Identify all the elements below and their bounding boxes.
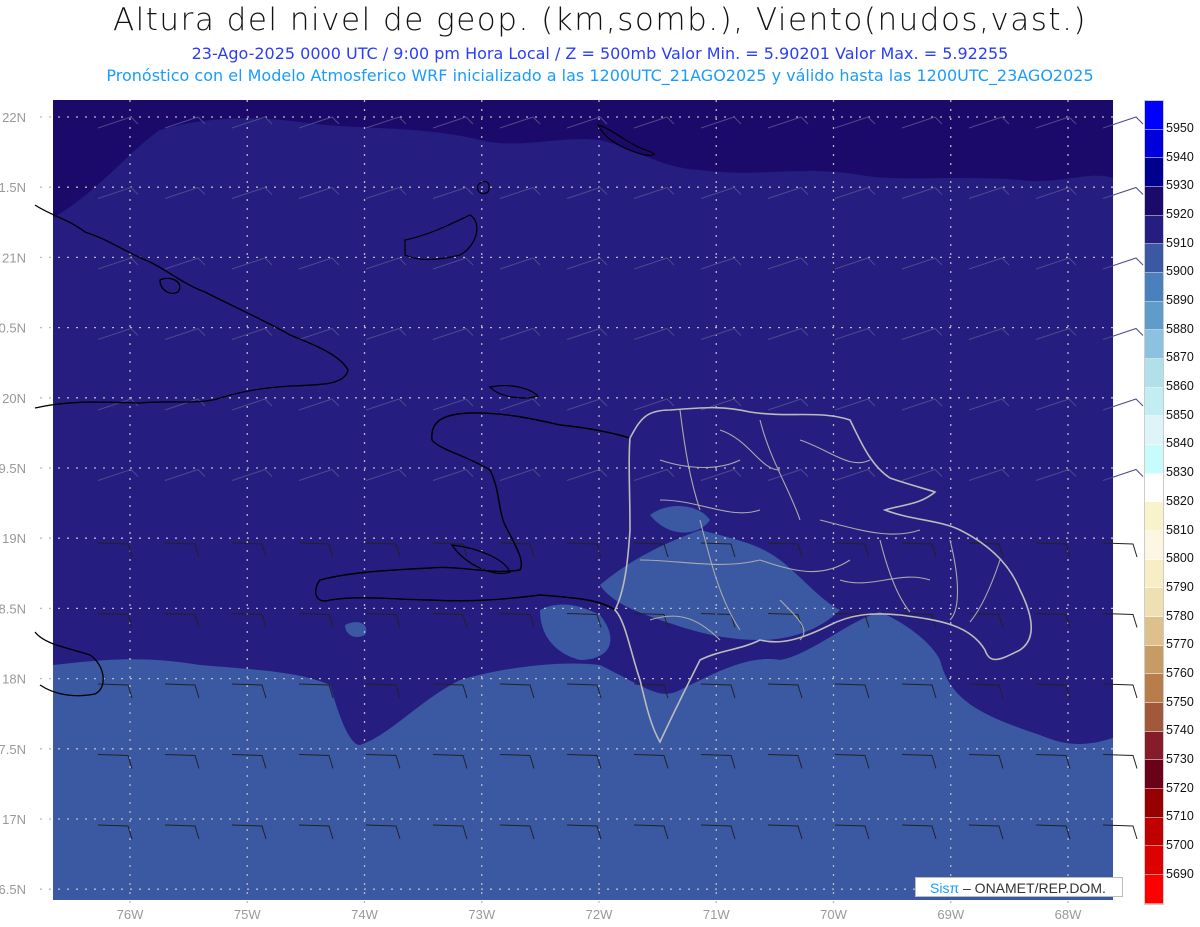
colorbar-swatch <box>1145 301 1163 331</box>
colorbar-swatch <box>1145 817 1163 847</box>
colorbar-label: 5730 <box>1166 751 1194 766</box>
colorbar-swatch <box>1145 387 1163 417</box>
lat-label: 17N <box>2 812 26 827</box>
colorbar-label: 5830 <box>1166 465 1194 480</box>
credit-box: Sisπ – ONAMET/REP.DOM. <box>915 877 1123 897</box>
colorbar-swatch <box>1145 731 1163 761</box>
lon-label: 70W <box>820 907 847 922</box>
lon-label: 68W <box>1055 907 1082 922</box>
colorbar-label: 5940 <box>1166 149 1194 164</box>
colorbar-label: 5720 <box>1166 780 1194 795</box>
lat-label: 21N <box>2 250 26 265</box>
credit-text: – ONAMET/REP.DOM. <box>963 880 1106 896</box>
colorbar-swatch <box>1145 215 1163 245</box>
colorbar-label: 5860 <box>1166 379 1194 394</box>
colorbar-label: 5790 <box>1166 579 1194 594</box>
colorbar-label: 5840 <box>1166 436 1194 451</box>
colorbar-swatch <box>1145 846 1163 876</box>
colorbar-swatch <box>1145 158 1163 188</box>
colorbar-label: 5710 <box>1166 809 1194 824</box>
colorbar-swatch <box>1145 875 1163 904</box>
lon-label: 71W <box>703 907 730 922</box>
colorbar-label: 5770 <box>1166 637 1194 652</box>
colorbar-swatch <box>1145 273 1163 302</box>
lat-label: 18N <box>2 672 26 687</box>
colorbar-swatch <box>1145 129 1163 159</box>
colorbar-swatch <box>1145 760 1163 790</box>
colorbar-swatch <box>1145 473 1163 503</box>
colorbar-swatch <box>1145 416 1163 446</box>
colorbar-label: 5780 <box>1166 608 1194 623</box>
colorbar-label: 5750 <box>1166 694 1194 709</box>
colorbar-label: 5740 <box>1166 723 1194 738</box>
lat-label: 8.5N <box>0 601 26 616</box>
colorbar-swatch <box>1145 617 1163 646</box>
colorbar-swatch <box>1145 101 1163 130</box>
colorbar-label: 5930 <box>1166 178 1194 193</box>
lat-label: 9.5N <box>0 461 26 476</box>
colorbar-swatch <box>1145 703 1163 732</box>
colorbar-label: 5850 <box>1166 407 1194 422</box>
colorbar-swatch <box>1145 330 1163 360</box>
colorbar-swatch <box>1145 559 1163 589</box>
colorbar-label: 5880 <box>1166 321 1194 336</box>
lat-label: 7.5N <box>0 742 26 757</box>
lon-label: 72W <box>586 907 613 922</box>
colorbar-swatch <box>1145 789 1163 818</box>
colorbar-swatch <box>1145 445 1163 474</box>
lon-label: 76W <box>117 907 144 922</box>
colorbar-swatch <box>1145 244 1163 274</box>
lat-label: 20N <box>2 391 26 406</box>
lat-label: 19N <box>2 531 26 546</box>
colorbar-label: 5870 <box>1166 350 1194 365</box>
colorbar-label: 5950 <box>1166 121 1194 135</box>
colorbar-swatch <box>1145 187 1163 216</box>
lon-label: 75W <box>234 907 261 922</box>
colorbar-swatch <box>1145 588 1163 618</box>
colorbar-swatch <box>1145 359 1163 388</box>
weather-map: 22N 1.5N 21N 0.5N 20N 9.5N 19N 8.5N 18N 7.5N 17N 6.… <box>0 100 1144 922</box>
colorbar-label: 5920 <box>1166 207 1194 222</box>
colorbar-label: 5800 <box>1166 551 1194 566</box>
colorbar-label: 5910 <box>1166 235 1194 250</box>
colorbar-swatch <box>1145 674 1163 704</box>
colorbar-label: 5820 <box>1166 493 1194 508</box>
colorbar-label: 5900 <box>1166 264 1194 279</box>
colorbar-label: 5700 <box>1166 838 1194 852</box>
colorbar-swatch <box>1145 502 1163 532</box>
lat-label: 22N <box>2 110 26 125</box>
colorbar <box>1144 100 1164 905</box>
colorbar-label: 5690 <box>1166 866 1194 881</box>
lon-label: 74W <box>351 907 378 922</box>
sispi-logo: Sisπ <box>930 880 960 896</box>
colorbar-swatch <box>1145 531 1163 560</box>
lat-label: 1.5N <box>0 180 26 195</box>
colorbar-label: 5810 <box>1166 522 1194 537</box>
lon-label: 69W <box>937 907 964 922</box>
lon-label: 73W <box>468 907 495 922</box>
lat-label: 0.5N <box>0 321 26 336</box>
colorbar-label: 5760 <box>1166 665 1194 680</box>
colorbar-label: 5890 <box>1166 293 1194 308</box>
lat-label: 6.5N <box>0 882 26 897</box>
colorbar-swatch <box>1145 645 1163 675</box>
